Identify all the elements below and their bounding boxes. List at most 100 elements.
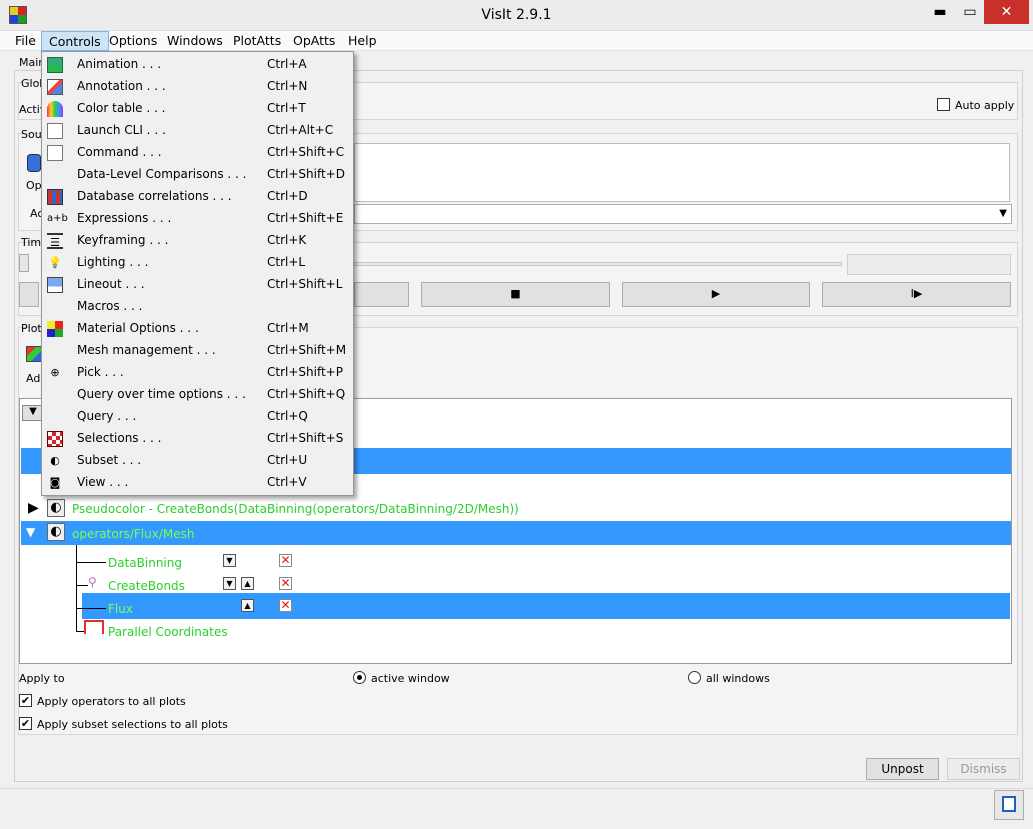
controls-menu-item[interactable]: ☰ Keyframing . . . Ctrl+K [42, 230, 353, 252]
vcr-step-forward-button[interactable]: I▶ [822, 282, 1011, 307]
menu-file[interactable]: File [8, 31, 43, 51]
controls-menu-item[interactable]: Animation . . . Ctrl+A [42, 54, 353, 76]
operator-createbonds[interactable]: CreateBonds [108, 579, 185, 593]
controls-menu-item[interactable]: ◐ Subset . . . Ctrl+U [42, 450, 353, 472]
menu-item-label: Lighting . . . [77, 255, 149, 269]
menu-item-label: Expressions . . . [77, 211, 172, 225]
time-state-field[interactable] [847, 254, 1011, 275]
menu-item-shortcut: Ctrl+U [267, 453, 308, 467]
menu-item-label: Annotation . . . [77, 79, 166, 93]
menu-item-label: Pick . . . [77, 365, 124, 379]
controls-menu-item[interactable]: Color table . . . Ctrl+T [42, 98, 353, 120]
menu-item-shortcut: Ctrl+V [267, 475, 307, 489]
vcr-reverse-button[interactable] [19, 282, 39, 307]
delete-operator-button[interactable]: ✕ [279, 577, 292, 590]
controls-menu-item[interactable]: Launch CLI . . . Ctrl+Alt+C [42, 120, 353, 142]
delete-operator-button[interactable]: ✕ [279, 554, 292, 567]
move-up-button[interactable]: ▲ [241, 577, 254, 590]
controls-menu-item[interactable]: Selections . . . Ctrl+Shift+S [42, 428, 353, 450]
menu-item-shortcut: Ctrl+K [267, 233, 307, 247]
apply-operators-checkbox[interactable]: ✔ [19, 694, 32, 707]
menu-item-shortcut: Ctrl+Q [267, 409, 308, 423]
menu-item-shortcut: Ctrl+Shift+E [267, 211, 344, 225]
apply-subset-checkbox[interactable]: ✔ [19, 717, 32, 730]
controls-menu-item[interactable]: ⊕ Pick . . . Ctrl+Shift+P [42, 362, 353, 384]
time-slider-handle[interactable] [19, 254, 29, 272]
parallel-coordinates-icon [84, 620, 104, 634]
controls-menu-item[interactable]: a+b Expressions . . . Ctrl+Shift+E [42, 208, 353, 230]
maximize-button[interactable]: ▭ [956, 0, 984, 24]
menu-item-label: Subset . . . [77, 453, 142, 467]
menu-item-label: Color table . . . [77, 101, 166, 115]
open-label: Op [26, 179, 42, 192]
menu-item-shortcut: Ctrl+Shift+Q [267, 387, 346, 401]
tree-connector [76, 585, 88, 586]
vcr-back-button[interactable] [354, 282, 409, 307]
menu-item-shortcut: Ctrl+Shift+C [267, 145, 345, 159]
source-select[interactable]: ▼ [354, 204, 1012, 224]
controls-menu-item[interactable]: Material Options . . . Ctrl+M [42, 318, 353, 340]
annotation-icon [47, 79, 63, 95]
expand-arrow-icon[interactable]: ▶ [28, 500, 39, 516]
window-title: VisIt 2.9.1 [481, 7, 552, 23]
delete-operator-button[interactable]: ✕ [279, 599, 292, 612]
selections-icon [47, 431, 63, 447]
menu-item-label: Material Options . . . [77, 321, 199, 335]
menu-plotatts[interactable]: PlotAtts [226, 31, 288, 51]
controls-menu-item[interactable]: ◙ View . . . Ctrl+V [42, 472, 353, 494]
auto-apply-checkbox[interactable] [937, 98, 950, 111]
add-plot-icon[interactable] [26, 346, 42, 362]
controls-menu-item[interactable]: 💡 Lighting . . . Ctrl+L [42, 252, 353, 274]
plot-row-label[interactable]: Pseudocolor - CreateBonds(DataBinning(op… [72, 502, 519, 516]
controls-menu-item[interactable]: Mesh management . . . Ctrl+Shift+M [42, 340, 353, 362]
controls-menu-item[interactable]: Lineout . . . Ctrl+Shift+L [42, 274, 353, 296]
controls-menu-item[interactable]: Query . . . Ctrl+Q [42, 406, 353, 428]
move-up-button[interactable]: ▲ [241, 599, 254, 612]
time-slider-track[interactable] [354, 262, 842, 266]
menu-item-shortcut: Ctrl+T [267, 101, 306, 115]
controls-menu-item[interactable]: Command . . . Ctrl+Shift+C [42, 142, 353, 164]
pin-window-button[interactable] [994, 790, 1024, 820]
menu-item-label: Query over time options . . . [77, 387, 246, 401]
menu-controls[interactable]: Controls [41, 31, 109, 51]
controls-menu-item[interactable]: Annotation . . . Ctrl+N [42, 76, 353, 98]
apply-to-label: Apply to [19, 672, 65, 685]
unpost-button[interactable]: Unpost [866, 758, 939, 780]
menu-opatts[interactable]: OpAtts [286, 31, 342, 51]
menu-item-label: View . . . [77, 475, 129, 489]
controls-menu-item[interactable]: Macros . . . [42, 296, 353, 318]
vcr-stop-button[interactable]: ■ [421, 282, 610, 307]
active-window-label: active window [371, 672, 450, 685]
plot-row-label[interactable]: operators/Flux/Mesh [72, 527, 194, 541]
move-down-button[interactable]: ▼ [223, 577, 236, 590]
move-down-button[interactable]: ▼ [223, 554, 236, 567]
menu-item-shortcut: Ctrl+Shift+P [267, 365, 343, 379]
operator-databinning[interactable]: DataBinning [108, 556, 182, 570]
menu-item-shortcut: Ctrl+A [267, 57, 307, 71]
menu-windows[interactable]: Windows [160, 31, 230, 51]
lineout-icon [47, 277, 63, 293]
active-window-radio[interactable] [353, 671, 366, 684]
controls-menu-item[interactable]: Query over time options . . . Ctrl+Shift+… [42, 384, 353, 406]
dismiss-button[interactable]: Dismiss [947, 758, 1020, 780]
tree-connector [76, 545, 77, 631]
open-database-icon[interactable] [27, 154, 41, 172]
tree-connector [76, 608, 106, 609]
operator-row-flux[interactable] [82, 593, 1010, 619]
operator-parallel-coordinates[interactable]: Parallel Coordinates [108, 625, 228, 639]
menu-options[interactable]: Options [102, 31, 164, 51]
controls-menu-item[interactable]: Database correlations . . . Ctrl+D [42, 186, 353, 208]
minimize-button[interactable]: ▬ [924, 0, 956, 24]
vcr-play-button[interactable]: ▶ [622, 282, 810, 307]
collapse-arrow-icon[interactable]: ▼ [26, 525, 35, 539]
menu-item-label: Macros . . . [77, 299, 143, 313]
operator-flux[interactable]: Flux [108, 602, 133, 616]
close-button[interactable]: ✕ [984, 0, 1029, 24]
tree-connector [76, 562, 106, 563]
menu-help[interactable]: Help [341, 31, 384, 51]
all-windows-radio[interactable] [688, 671, 701, 684]
source-info-box [354, 143, 1010, 202]
menu-item-shortcut: Ctrl+N [267, 79, 308, 93]
controls-menu-item[interactable]: Data-Level Comparisons . . . Ctrl+Shift+D [42, 164, 353, 186]
pin-icon [1002, 796, 1016, 812]
